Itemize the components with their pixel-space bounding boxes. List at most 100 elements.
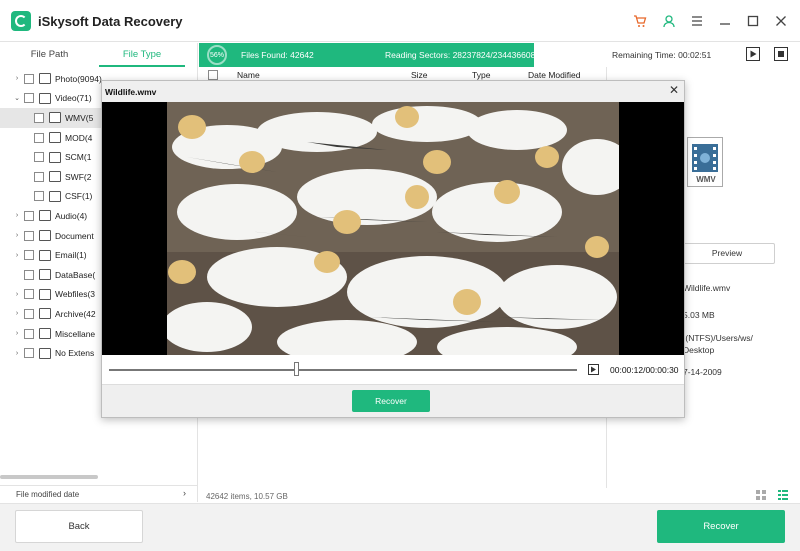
menu-icon[interactable] [688,12,706,30]
chevron-icon[interactable]: › [12,291,22,298]
select-all-checkbox[interactable] [208,70,218,80]
chevron-icon[interactable]: › [12,232,22,239]
grid-view-icon[interactable] [756,490,766,502]
detail-size: 5.03 MB [683,310,715,320]
file-type-icon [39,308,51,320]
detail-path-line1: :(NTFS)/Users/ws/ [683,333,753,343]
app-logo-icon [11,11,31,31]
column-date-modified[interactable]: Date Modified [528,70,580,80]
user-icon[interactable] [660,12,678,30]
tab-file-path[interactable]: File Path [0,43,99,67]
file-type-icon [39,230,51,242]
tree-item-checkbox[interactable] [24,93,34,104]
maximize-icon[interactable] [744,12,762,30]
chevron-icon[interactable]: › [12,330,22,337]
file-type-icon [49,112,61,124]
column-type[interactable]: Type [472,70,490,80]
column-name[interactable]: Name [237,70,260,80]
recover-button[interactable]: Recover [657,510,785,543]
cart-icon[interactable] [631,12,649,30]
detail-filename: Wildlife.wmv [683,283,731,293]
file-type-icon [49,151,61,163]
tree-item-checkbox[interactable] [34,191,44,202]
file-modified-date-label: File modified date [16,490,80,499]
tree-item-label: Webfiles(3 [55,289,95,300]
remaining-time: Remaining Time: 00:02:51 [612,50,712,60]
tree-item-label: Video(71) [55,93,92,104]
file-type-icon [39,347,51,359]
tree-item-label: Archive(42 [55,308,96,319]
wmv-file-icon: WMV [687,137,723,187]
tree-item-checkbox[interactable] [24,230,34,241]
tree-item-label: Audio(4) [55,210,88,221]
tree-item-label: WMV(5 [65,112,94,123]
tree-item-label: DataBase( [55,269,96,280]
chevron-icon[interactable]: › [12,75,22,82]
progress-ring: 56% [207,45,227,65]
tree-item-label: Photo(9094) [55,73,102,84]
tree-item-checkbox[interactable] [34,132,44,143]
files-found: Files Found: 42642 [241,50,314,60]
tab-file-type[interactable]: File Type [99,43,185,67]
file-type-icon [49,132,61,144]
scan-progress-bar: 56% Files Found: 42642 Reading Sectors: … [199,43,535,67]
dialog-close-icon[interactable]: ✕ [668,84,680,96]
preview-button[interactable]: Preview [679,243,775,264]
file-type-icon [39,210,51,222]
tree-item-label: No Extens [55,348,95,359]
seek-bar[interactable] [109,369,577,371]
chevron-icon[interactable]: › [12,212,22,219]
left-footer[interactable]: File modified date › [0,485,198,502]
tree-item-checkbox[interactable] [24,210,34,221]
wmv-icon-label: WMV [696,175,716,184]
tree-item-checkbox[interactable] [24,328,34,339]
detail-date: 7-14-2009 [683,367,722,377]
app-title: iSkysoft Data Recovery [38,14,183,29]
tree-item-checkbox[interactable] [24,308,34,319]
column-size[interactable]: Size [411,70,428,80]
back-button[interactable]: Back [15,510,143,543]
tree-item-checkbox[interactable] [34,112,44,123]
video-frame [167,102,619,355]
tree-item-checkbox[interactable] [24,250,34,261]
chevron-icon[interactable]: ⌄ [12,94,22,102]
play-icon[interactable] [746,47,760,61]
tree-item-label: CSF(1) [65,191,93,202]
tree-item-label: Miscellane [55,328,96,339]
file-type-icon [39,328,51,340]
chevron-icon[interactable]: › [12,310,22,317]
left-scrollbar[interactable] [0,475,98,479]
file-type-icon [39,92,51,104]
chevron-icon[interactable]: › [12,350,22,357]
detail-path-line2: Desktop [683,345,715,355]
chevron-right-icon[interactable]: › [183,488,186,498]
file-type-icon [49,190,61,202]
video-preview-dialog: Wildlife.wmv ✕ 00:00:12/00:00:30 Recover [101,80,685,418]
tree-item-label: Email(1) [55,250,87,261]
file-type-icon [39,249,51,261]
tree-item-label: Document [55,230,94,241]
video-player[interactable] [102,102,684,355]
playback-time: 00:00:12/00:00:30 [610,365,679,375]
tree-item-checkbox[interactable] [24,348,34,359]
seek-thumb[interactable] [294,362,300,376]
tree-item-checkbox[interactable] [24,73,34,84]
play-icon[interactable] [588,364,599,375]
tree-item-checkbox[interactable] [24,289,34,300]
items-count: 42642 items, 10.57 GB [206,492,288,501]
tree-item-checkbox[interactable] [24,269,34,280]
chevron-icon[interactable]: › [12,252,22,259]
file-type-icon [49,171,61,183]
tree-item-checkbox[interactable] [34,171,44,182]
tree-item-label: SCM(1 [65,152,92,163]
list-view-icon[interactable] [778,490,788,502]
tree-item-label: MOD(4 [65,132,93,143]
stop-icon[interactable] [774,47,788,61]
tree-item-checkbox[interactable] [34,152,44,163]
title-bar: iSkysoft Data Recovery [0,0,800,42]
dialog-recover-button[interactable]: Recover [352,390,430,412]
file-type-icon [39,288,51,300]
file-type-icon [39,269,51,281]
minimize-icon[interactable] [716,12,734,30]
close-icon[interactable] [772,12,790,30]
